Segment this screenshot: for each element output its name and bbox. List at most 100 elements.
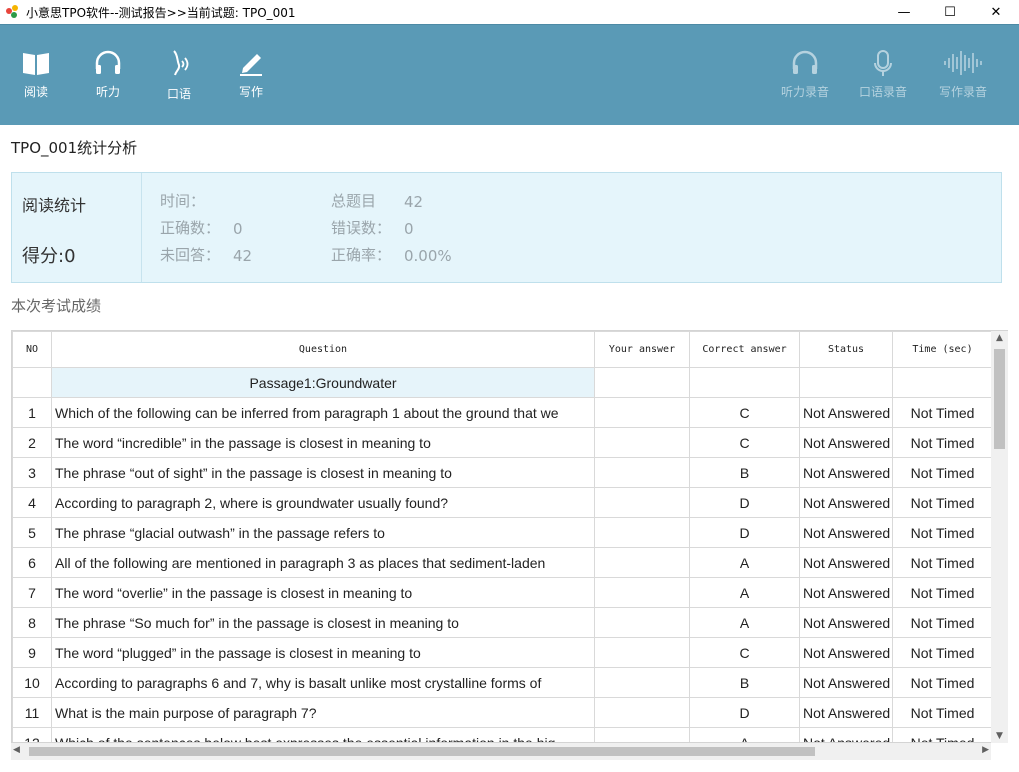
scroll-up-icon[interactable]: ▲ xyxy=(991,333,1008,343)
microphone-icon xyxy=(874,50,892,76)
correct-value: 0 xyxy=(233,220,243,238)
scroll-right-icon[interactable]: ▶ xyxy=(982,745,989,755)
reading-label: 阅读 xyxy=(23,85,48,99)
col-header-correct-answer[interactable]: Correct answer xyxy=(689,331,800,368)
sound-wave-icon xyxy=(944,51,982,75)
row-correct-answer-cell: C xyxy=(689,427,800,458)
row-status-cell: Not Answered xyxy=(799,397,893,428)
table-row[interactable]: 12 Which of the sentences below best expr… xyxy=(12,727,993,742)
table-row[interactable]: 4 According to paragraph 2, where is grou… xyxy=(12,487,993,518)
row-time-cell: Not Timed xyxy=(892,577,993,608)
reading-button[interactable]: 阅读 xyxy=(6,49,66,100)
results-grid: NO Question Your answer Correct answer S… xyxy=(11,330,1008,743)
row-time-cell: Not Timed xyxy=(892,547,993,578)
listening-button[interactable]: 听力 xyxy=(78,49,138,100)
stats-summary: 阅读统计 得分:0 xyxy=(12,173,142,282)
row-no-cell: 11 xyxy=(12,697,52,728)
passage-row[interactable]: Passage1:Groundwater xyxy=(12,367,993,398)
col-header-question[interactable]: Question xyxy=(51,331,595,368)
row-question-cell: Which of the sentences below best expres… xyxy=(51,727,595,742)
row-correct-answer-cell: C xyxy=(689,397,800,428)
row-status-cell: Not Answered xyxy=(799,607,893,638)
row-your-answer-cell xyxy=(594,547,690,578)
col-header-status[interactable]: Status xyxy=(799,331,893,368)
row-question-cell: The phrase “glacial outwash” in the pass… xyxy=(51,517,595,548)
passage-no-cell xyxy=(12,367,52,398)
maximize-button[interactable]: ☐ xyxy=(927,0,973,24)
row-status-cell: Not Answered xyxy=(799,547,893,578)
row-correct-answer-cell: D xyxy=(689,487,800,518)
row-time-cell: Not Timed xyxy=(892,487,993,518)
table-row[interactable]: 10 According to paragraphs 6 and 7, why i… xyxy=(12,667,993,698)
row-your-answer-cell xyxy=(594,697,690,728)
app-logo-icon xyxy=(6,5,20,19)
total-label: 总题目 xyxy=(331,192,377,210)
row-question-cell: According to paragraph 2, where is groun… xyxy=(51,487,595,518)
title-bar: 小意思TPO软件--测试报告>>当前试题: TPO_001 — ☐ ✕ xyxy=(0,0,1019,24)
table-row[interactable]: 11 What is the main purpose of paragraph … xyxy=(12,697,993,728)
writing-record-label: 写作录音 xyxy=(938,85,987,99)
row-status-cell: Not Answered xyxy=(799,487,893,518)
horizontal-scrollbar[interactable]: ◀ ▶ xyxy=(11,743,991,760)
scroll-down-icon[interactable]: ▼ xyxy=(991,731,1008,741)
table-row[interactable]: 1 Which of the following can be inferred … xyxy=(12,397,993,428)
time-label: 时间： xyxy=(160,192,206,210)
row-question-cell: The word “overlie” in the passage is clo… xyxy=(51,577,595,608)
table-row[interactable]: 5 The phrase “glacial outwash” in the pas… xyxy=(12,517,993,548)
row-question-cell: All of the following are mentioned in pa… xyxy=(51,547,595,578)
speaking-button[interactable]: 口语 xyxy=(149,49,209,102)
vertical-scrollbar[interactable]: ▲ ▼ xyxy=(991,331,1008,743)
row-status-cell: Not Answered xyxy=(799,427,893,458)
table-row[interactable]: 6 All of the following are mentioned in p… xyxy=(12,547,993,578)
table-row[interactable]: 7 The word “overlie” in the passage is cl… xyxy=(12,577,993,608)
row-correct-answer-cell: D xyxy=(689,517,800,548)
row-no-cell: 10 xyxy=(12,667,52,698)
row-no-cell: 4 xyxy=(12,487,52,518)
row-your-answer-cell xyxy=(594,457,690,488)
book-icon xyxy=(23,53,49,75)
table-row[interactable]: 2 The word “incredible” in the passage is… xyxy=(12,427,993,458)
results-heading: 本次考试成绩 xyxy=(11,297,102,315)
row-no-cell: 2 xyxy=(12,427,52,458)
wrong-label: 错误数： xyxy=(331,219,392,237)
header-row: NO Question Your answer Correct answer S… xyxy=(12,331,993,368)
minimize-button[interactable]: — xyxy=(881,0,927,24)
row-question-cell: The phrase “out of sight” in the passage… xyxy=(51,457,595,488)
row-your-answer-cell xyxy=(594,397,690,428)
row-correct-answer-cell: B xyxy=(689,457,800,488)
writing-button[interactable]: 写作 xyxy=(221,49,281,100)
window-title: 小意思TPO软件--测试报告>>当前试题: TPO_001 xyxy=(26,5,296,20)
unanswered-value: 42 xyxy=(233,247,253,265)
page-title: TPO_001统计分析 xyxy=(11,139,138,157)
speaking-record-button[interactable]: 口语录音 xyxy=(853,49,913,100)
results-table: NO Question Your answer Correct answer S… xyxy=(12,331,993,742)
listening-record-button[interactable]: 听力录音 xyxy=(775,49,835,100)
listening-label: 听力 xyxy=(95,85,120,99)
col-header-your-answer[interactable]: Your answer xyxy=(594,331,690,368)
vertical-scroll-thumb[interactable] xyxy=(994,349,1005,449)
col-header-no[interactable]: NO xyxy=(12,331,52,368)
row-your-answer-cell xyxy=(594,427,690,458)
row-correct-answer-cell: C xyxy=(689,637,800,668)
writing-record-button[interactable]: 写作录音 xyxy=(933,49,993,100)
close-button[interactable]: ✕ xyxy=(973,0,1019,24)
table-row[interactable]: 9 The word “plugged” in the passage is cl… xyxy=(12,637,993,668)
pen-icon xyxy=(240,54,262,76)
headphones-record-icon xyxy=(792,50,818,74)
col-header-time[interactable]: Time (sec) xyxy=(892,331,993,368)
reading-stats-panel: 阅读统计 得分:0 时间： 总题目 42 正确数： 0 错误数： 0 未回答： … xyxy=(11,172,1002,283)
speaking-head-icon xyxy=(173,50,189,76)
scroll-left-icon[interactable]: ◀ xyxy=(13,745,20,755)
table-row[interactable]: 3 The phrase “out of sight” in the passag… xyxy=(12,457,993,488)
row-no-cell: 7 xyxy=(12,577,52,608)
accuracy-label: 正确率： xyxy=(331,246,392,264)
horizontal-scroll-thumb[interactable] xyxy=(29,747,815,756)
row-no-cell: 6 xyxy=(12,547,52,578)
score-value: 得分:0 xyxy=(22,246,76,267)
table-row[interactable]: 8 The phrase “So much for” in the passage… xyxy=(12,607,993,638)
row-question-cell: The phrase “So much for” in the passage … xyxy=(51,607,595,638)
row-no-cell: 1 xyxy=(12,397,52,428)
row-your-answer-cell xyxy=(594,517,690,548)
row-correct-answer-cell: A xyxy=(689,547,800,578)
writing-label: 写作 xyxy=(238,85,263,99)
